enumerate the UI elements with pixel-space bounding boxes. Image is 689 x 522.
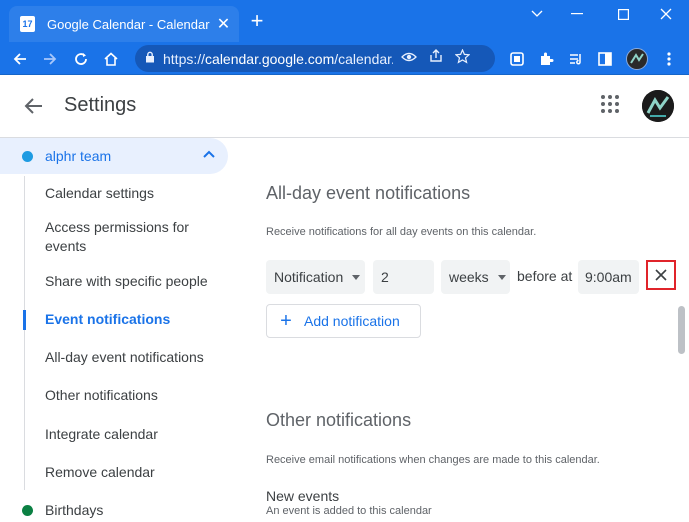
page-title: Settings	[64, 94, 137, 116]
window-close-icon[interactable]	[643, 4, 689, 24]
browser-toolbar: https://calendar.google.com/calendar...	[0, 42, 689, 75]
page-scrollbar[interactable]	[678, 306, 685, 354]
url-text: https://calendar.google.com/calendar...	[163, 50, 393, 67]
notification-unit-select[interactable]: weeks	[441, 260, 510, 294]
new-tab-icon[interactable]: +	[246, 10, 268, 32]
plus-icon: +	[280, 310, 292, 332]
bookmark-star-icon[interactable]	[454, 47, 471, 69]
profile-avatar-small[interactable]	[624, 46, 650, 72]
close-icon	[655, 269, 667, 281]
reload-icon[interactable]	[68, 46, 94, 72]
tab-close-icon[interactable]: ✕	[216, 14, 231, 34]
maximize-icon[interactable]	[600, 4, 646, 24]
allday-section-title: All-day event notifications	[266, 183, 471, 203]
forward-nav-icon[interactable]	[37, 46, 63, 72]
calendar-name: Birthdays	[45, 502, 104, 518]
other-notifications-title: Other notifications	[266, 410, 412, 430]
back-arrow-icon[interactable]	[22, 94, 46, 118]
sidebar-item-access-permissions[interactable]: Access permissions for events	[45, 218, 215, 256]
account-avatar[interactable]	[642, 90, 674, 122]
sidebar-item-other-notifications[interactable]: Other notifications	[45, 386, 225, 405]
media-queue-icon[interactable]	[563, 46, 589, 72]
notification-amount-input[interactable]: 2	[373, 260, 434, 294]
notification-time-input[interactable]: 9:00am	[578, 260, 639, 294]
dropdown-caret-icon	[497, 274, 506, 280]
new-events-description: An event is added to this calendar	[266, 505, 432, 517]
add-notification-label: Add notification	[304, 313, 400, 329]
tab-title: Google Calendar - Calendar setting	[46, 16, 210, 32]
notification-amount-value: 2	[381, 269, 389, 285]
browser-menu-icon[interactable]	[656, 46, 682, 72]
chevron-up-icon[interactable]	[202, 148, 218, 164]
back-nav-icon[interactable]	[7, 46, 33, 72]
eye-icon[interactable]	[401, 50, 417, 68]
sidebar-tree-line	[24, 176, 25, 490]
notification-type-select[interactable]: Notification	[266, 260, 365, 294]
new-events-title: New events	[266, 488, 340, 504]
sidebar-calendar-birthdays[interactable]: Birthdays	[0, 492, 228, 522]
add-notification-button[interactable]: + Add notification	[266, 304, 421, 338]
minimize-icon[interactable]	[554, 4, 600, 24]
sidebar-active-indicator	[23, 310, 26, 330]
sidebar-item-event-notifications[interactable]: Event notifications	[45, 310, 225, 329]
dropdown-caret-icon	[352, 274, 361, 280]
sidebar-item-integrate-calendar[interactable]: Integrate calendar	[45, 425, 225, 444]
settings-main: All-day event notifications Receive noti…	[240, 138, 689, 522]
before-at-label: before at	[517, 268, 573, 284]
calendar-favicon-icon: 17	[20, 16, 35, 32]
sidebar-item-allday-notifications[interactable]: All-day event notifications	[45, 348, 225, 367]
calendar-color-dot	[22, 150, 33, 162]
home-icon[interactable]	[98, 46, 124, 72]
notification-time-value: 9:00am	[585, 269, 632, 285]
screenshot-extension-icon[interactable]	[504, 46, 530, 72]
sidebar-item-remove-calendar[interactable]: Remove calendar	[45, 463, 225, 482]
extensions-puzzle-icon[interactable]	[533, 46, 559, 72]
sidebar-item-calendar-settings[interactable]: Calendar settings	[45, 184, 225, 203]
notification-unit-value: weeks	[449, 269, 489, 285]
address-bar[interactable]: https://calendar.google.com/calendar...	[135, 45, 495, 72]
lock-icon[interactable]	[145, 50, 155, 68]
calendar-name: alphr team	[45, 148, 112, 164]
other-notifications-description: Receive email notifications when changes…	[266, 454, 600, 466]
google-apps-icon[interactable]	[600, 94, 624, 118]
notification-type-value: Notification	[274, 269, 344, 285]
allday-section-description: Receive notifications for all day events…	[266, 226, 537, 238]
share-icon[interactable]	[429, 49, 443, 68]
side-panel-icon[interactable]	[592, 46, 618, 72]
sidebar-item-share-people[interactable]: Share with specific people	[45, 272, 225, 291]
settings-header: Settings	[0, 75, 689, 138]
calendar-color-dot	[22, 504, 33, 516]
remove-notification-button[interactable]	[646, 260, 676, 290]
sidebar-calendar-alphr-team[interactable]: alphr team	[0, 138, 228, 174]
browser-tab[interactable]: 17 Google Calendar - Calendar setting ✕	[9, 6, 239, 42]
browser-tab-strip: 17 Google Calendar - Calendar setting ✕ …	[0, 0, 689, 42]
